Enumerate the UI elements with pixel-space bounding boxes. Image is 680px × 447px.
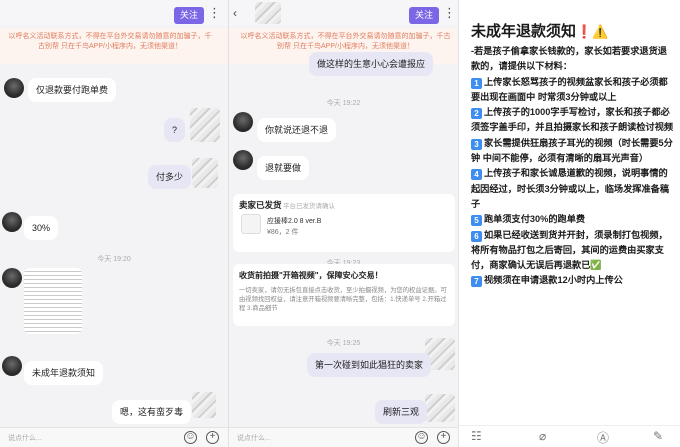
screenshot-collage: 关注 ⋮ 以呼名义活动联系方式，不得在平台外交易请勿随意的加骗子，千古别帮 只在… bbox=[0, 0, 680, 447]
number-badge-icon: 4 bbox=[471, 169, 482, 181]
avatar[interactable] bbox=[233, 112, 253, 132]
list-item: 6 如果已经收送到货并开封，须录制打包视频，将所有物品打包之后寄回，其间的运费由买… bbox=[471, 228, 675, 274]
edit-icon[interactable]: ✎ bbox=[653, 429, 663, 443]
more-menu-icon[interactable]: ⋮ bbox=[208, 6, 221, 20]
list-item-text: 上传孩子的1000字手写检讨，家长和孩子都必须签字盖手印，并且拍摄家长和孩子朗读… bbox=[471, 107, 674, 133]
plus-icon[interactable]: + bbox=[437, 431, 450, 444]
message-bubble: 你就说还退不退 bbox=[257, 118, 337, 142]
message-bubble: 刷新三观 bbox=[375, 400, 428, 424]
chat-input-bar: 说点什么... ☺ + bbox=[229, 427, 458, 447]
list-item-text: 上传孩子和家长诚恳道歉的视频，说明事情的起因经过，时长须3分钟或以上，临场发挥准… bbox=[471, 168, 670, 209]
warning-emoji-icon: ❗⚠️ bbox=[576, 24, 609, 39]
product-thumbnail bbox=[241, 214, 261, 234]
notice-body: 一切卖家，请勿无拆包直接点击收货，至少拍摄视频，为您的权益证据。可由视频找回权益… bbox=[239, 287, 447, 312]
list-item-text: 家长需提供狂扇孩子耳光的视频（时长需要5分钟 中间不能停，必须有清晰的扇耳光声音… bbox=[471, 137, 673, 164]
message-input[interactable]: 说点什么... bbox=[8, 433, 42, 443]
text-format-icon[interactable]: Ⓐ bbox=[597, 429, 609, 446]
avatar[interactable] bbox=[192, 158, 218, 188]
list-item: 2 上传孩子的1000字手写检讨，家长和孩子都必须签字盖手印，并且拍摄家长和孩子朗… bbox=[471, 105, 675, 136]
avatar[interactable] bbox=[4, 78, 24, 98]
message-bubble: 退就要做 bbox=[257, 156, 310, 180]
list-item-text: 视频须在申请退款12小时内上传公 bbox=[484, 275, 623, 286]
post-intro: -若是孩子偷拿家长钱款的，家长如若要求退货退款的，请提供以下材料： bbox=[471, 46, 667, 72]
list-item-text: 跑单须支付30%的跑单费 bbox=[484, 214, 586, 225]
list-item: 1 上传家长怒骂孩子的视频盆家长和孩子必须都要出现在画面中 时常须3分钟或以上 bbox=[471, 75, 675, 106]
message-bubble: 第一次碰到如此猖狂的卖家 bbox=[307, 353, 432, 377]
chat-panel-middle: ‹ 关注 ⋮ 以呼名义活动联系方式，不得在平台外交易请勿随意的加骗子，千古别帮 … bbox=[228, 0, 458, 447]
message-bubble: 未成年退款须知 bbox=[24, 361, 104, 385]
shipping-hint: 平台已发货请确认 bbox=[283, 203, 335, 210]
shipping-card[interactable]: 卖家已发货 平台已发货请确认 应援棒2.0 8 ver.B ¥86，2 件 bbox=[233, 194, 455, 252]
avatar[interactable] bbox=[2, 268, 22, 288]
image-message[interactable] bbox=[24, 268, 82, 334]
timestamp: 今天 19:22 bbox=[326, 100, 361, 107]
follow-button[interactable]: 关注 bbox=[409, 7, 440, 24]
avatar[interactable] bbox=[255, 2, 281, 24]
shipping-title: 卖家已发货 bbox=[239, 200, 282, 210]
emoji-icon[interactable]: ☺ bbox=[184, 431, 197, 444]
message-bubble: 仅退款要付跑单费 bbox=[28, 78, 117, 102]
post-body: -若是孩子偷拿家长钱款的，家长如若要求退货退款的，请提供以下材料： 1 上传家长怒… bbox=[471, 44, 675, 289]
post-title: 未成年退款须知❗⚠️ bbox=[471, 20, 608, 41]
number-badge-icon: 3 bbox=[471, 138, 482, 150]
message-bubble: 付多少 bbox=[148, 165, 192, 189]
more-menu-icon[interactable]: ⋮ bbox=[443, 6, 456, 20]
list-item: 5 跑单须支付30%的跑单费 bbox=[471, 212, 675, 227]
number-badge-icon: 1 bbox=[471, 77, 482, 89]
notice-title: 收货前拍摄"开箱视频"，保障安心交易！ bbox=[239, 271, 383, 280]
avatar[interactable] bbox=[192, 392, 216, 418]
chat-topbar: 关注 ⋮ bbox=[0, 0, 228, 26]
list-item: 3 家长需提供狂扇孩子耳光的视频（时长需要5分钟 中间不能停，必须有清晰的扇耳光声… bbox=[471, 136, 675, 167]
numbered-list: 1 上传家长怒骂孩子的视频盆家长和孩子必须都要出现在画面中 时常须3分钟或以上 2 上… bbox=[471, 75, 675, 289]
message-input[interactable]: 说点什么... bbox=[237, 433, 271, 443]
chat-topbar: ‹ 关注 ⋮ bbox=[229, 0, 458, 26]
list-item-text: 上传家长怒骂孩子的视频盆家长和孩子必须都要出现在画面中 时常须3分钟或以上 bbox=[471, 76, 668, 102]
number-badge-icon: 7 bbox=[471, 276, 482, 288]
avatar[interactable] bbox=[190, 108, 220, 142]
timestamp: 今天 19:25 bbox=[326, 340, 361, 347]
list-item: 7 视频须在申请退款12小时内上传公 bbox=[471, 273, 675, 288]
back-arrow-icon[interactable]: ‹ bbox=[233, 6, 237, 20]
product-name: 应援棒2.0 8 ver.B bbox=[267, 218, 322, 225]
message-bubble: 嗯，这有蛮歹毒 bbox=[112, 400, 192, 424]
post-toolbar: ☷ ⌀ Ⓐ ✎ bbox=[459, 425, 680, 447]
message-bubble: 做这样的生意小心会遭报应 bbox=[309, 52, 434, 76]
timestamp: 今天 19:20 bbox=[97, 256, 131, 263]
chat-panel-left: 关注 ⋮ 以呼名义活动联系方式，不得在平台外交易请勿随意的加骗子，千古别帮 只在… bbox=[0, 0, 228, 447]
number-badge-icon: 2 bbox=[471, 108, 482, 120]
post-title-text: 未成年退款须知 bbox=[471, 23, 577, 40]
avatar[interactable] bbox=[233, 150, 253, 170]
message-bubble: ? bbox=[164, 118, 186, 142]
list-item: 4 上传孩子和家长诚恳道歉的视频，说明事情的起因经过，时长须3分钟或以上，临场发挥… bbox=[471, 166, 675, 212]
number-badge-icon: 6 bbox=[471, 230, 482, 242]
avatar[interactable] bbox=[2, 212, 22, 232]
number-badge-icon: 5 bbox=[471, 215, 482, 227]
refund-notice-post: 未成年退款须知❗⚠️ -若是孩子偷拿家长钱款的，家长如若要求退货退款的，请提供以… bbox=[458, 0, 680, 447]
message-bubble: 30% bbox=[24, 216, 59, 240]
follow-button[interactable]: 关注 bbox=[174, 7, 205, 24]
list-item-text: 如果已经收送到货并开封，须录制打包视频，将所有物品打包之后寄回，其间的运费由买家… bbox=[471, 229, 668, 271]
safety-warning: 以呼名义活动联系方式，不得在平台外交易请勿随意的加骗子，千古别帮 只在千鸟APP… bbox=[0, 28, 228, 64]
avatar[interactable] bbox=[425, 394, 455, 422]
list-icon[interactable]: ☷ bbox=[471, 429, 482, 443]
emoji-icon[interactable]: ☺ bbox=[415, 431, 428, 444]
attach-icon[interactable]: ⌀ bbox=[539, 429, 546, 443]
plus-icon[interactable]: + bbox=[206, 431, 219, 444]
product-price: ¥86，2 件 bbox=[267, 229, 299, 236]
unboxing-notice-card: 收货前拍摄"开箱视频"，保障安心交易！ 一切卖家，请勿无拆包直接点击收货，至少拍… bbox=[233, 264, 455, 326]
chat-input-bar: 说点什么... ☺ + bbox=[0, 427, 228, 447]
avatar[interactable] bbox=[2, 356, 22, 376]
